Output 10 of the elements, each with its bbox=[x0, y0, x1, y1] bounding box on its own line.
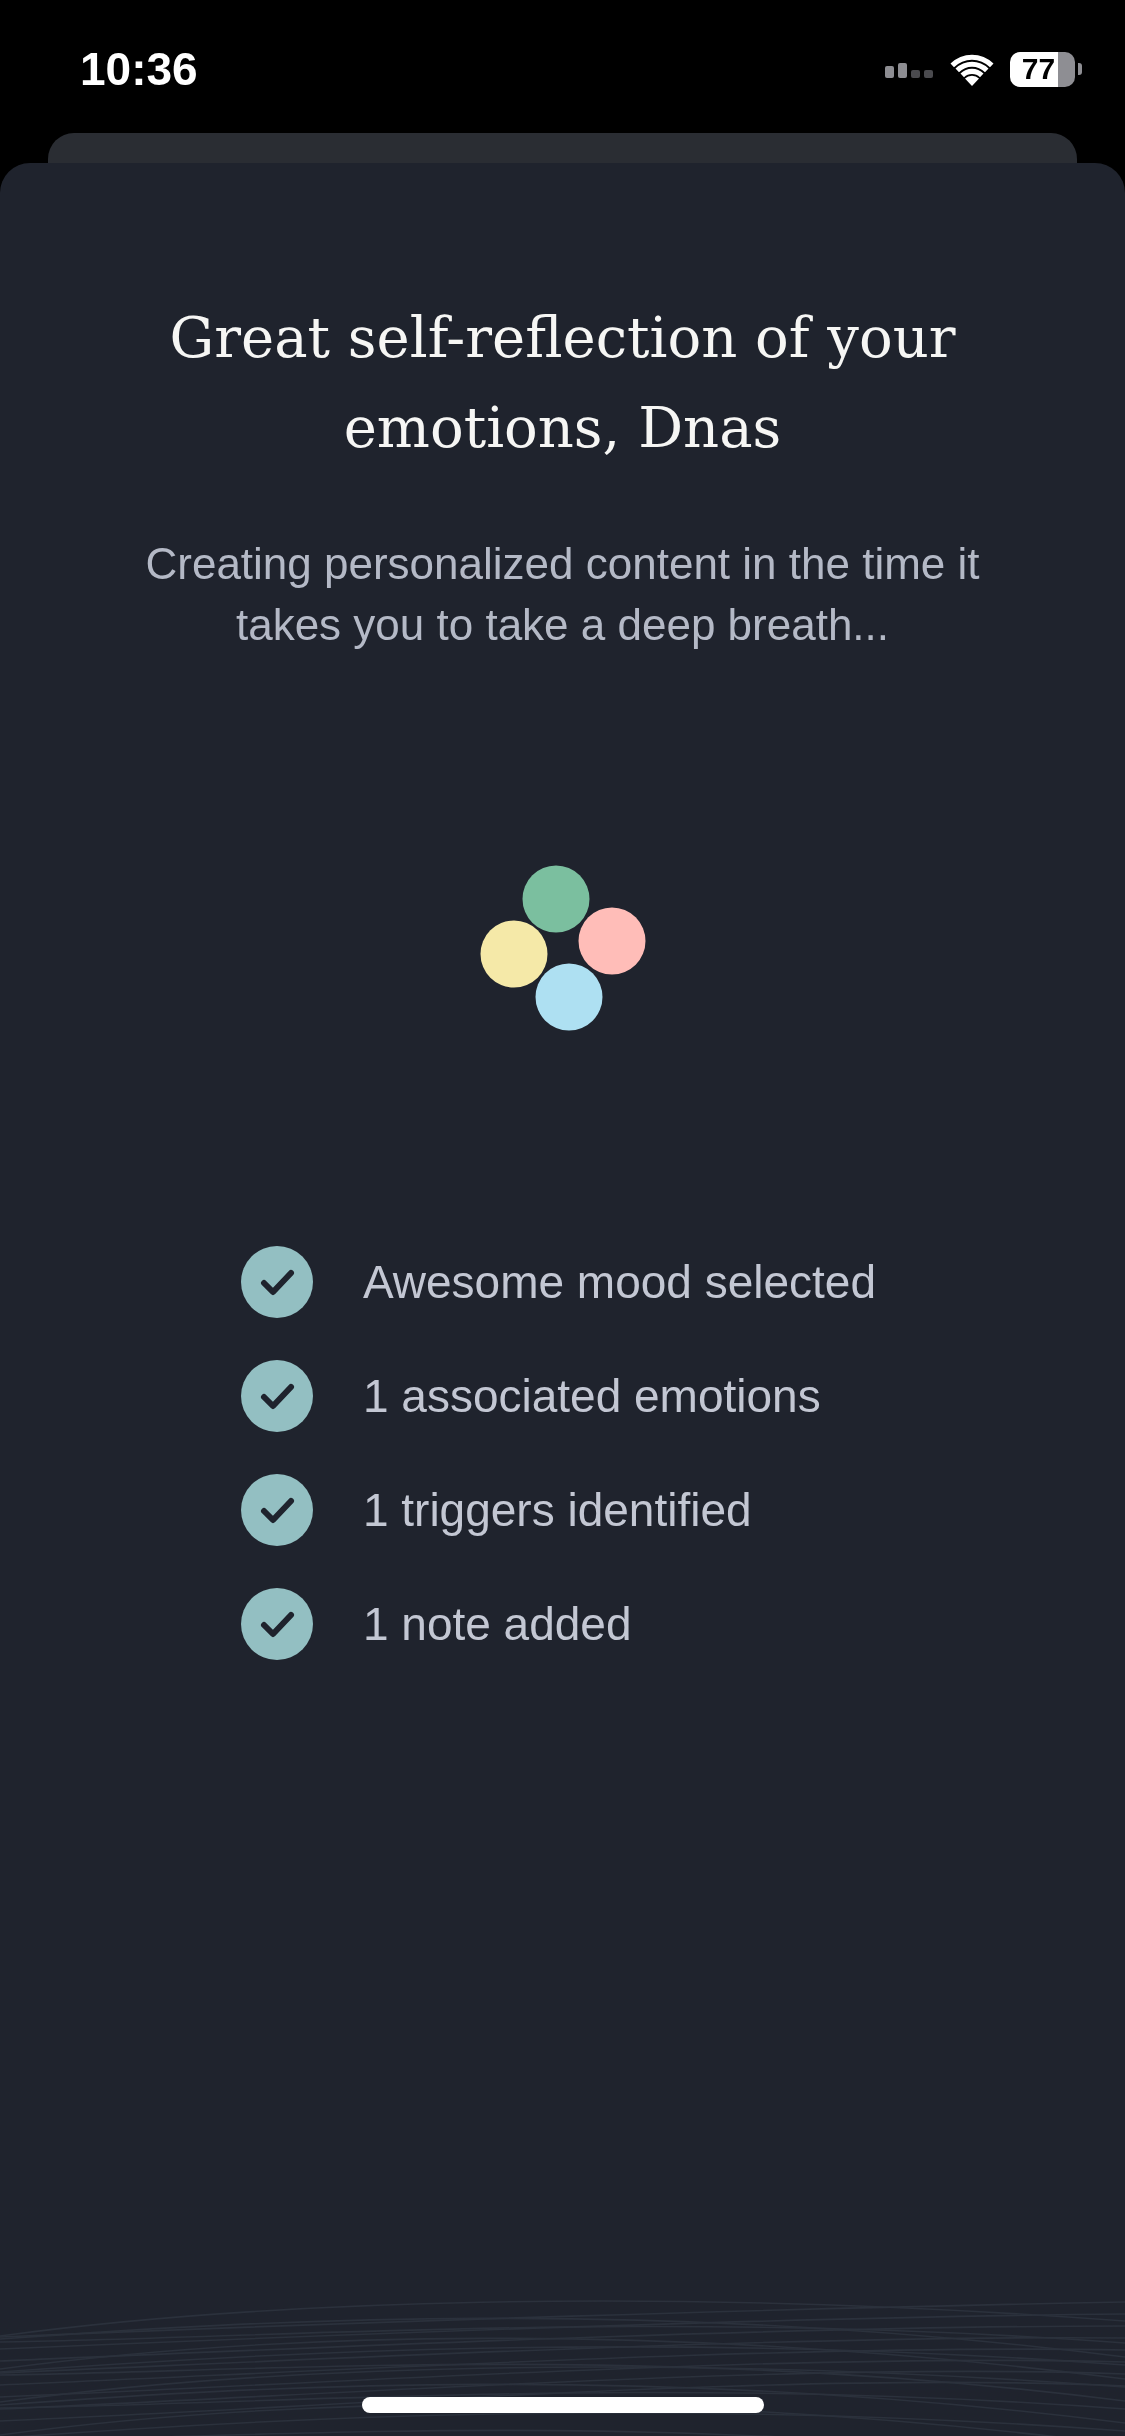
signal-icon bbox=[885, 62, 933, 78]
checklist-item: 1 note added bbox=[362, 1597, 632, 1652]
checklist-item: Awesome mood selected bbox=[362, 1255, 877, 1310]
wifi-icon bbox=[950, 52, 994, 86]
checklist-item: 1 triggers identified bbox=[362, 1483, 752, 1538]
status-time: 10:36 bbox=[80, 42, 198, 96]
checklist-item: 1 associated emotions bbox=[362, 1369, 821, 1424]
battery-percentage: 77 bbox=[1021, 54, 1056, 84]
title: Great self-reflection of your emotions, Dnas bbox=[168, 304, 957, 462]
subtitle: Creating personalized content in the time it takes you to take a deep breath... bbox=[144, 538, 981, 651]
